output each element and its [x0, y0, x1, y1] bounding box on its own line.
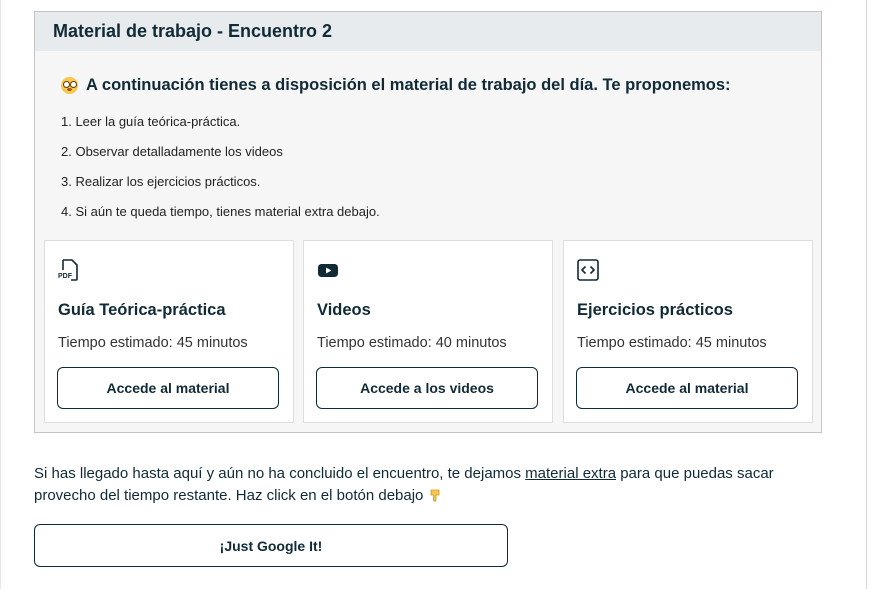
flushed-face-emoji-icon — [61, 77, 78, 94]
card-ejercicios: Ejercicios prácticos Tiempo estimado: 45… — [563, 240, 813, 423]
intro-label: A continuación tienes a disposición el m… — [86, 76, 731, 94]
just-google-it-button[interactable]: ¡Just Google It! — [34, 524, 508, 567]
extra-material-text: Si has llegado hasta aquí y aún no ha co… — [34, 463, 834, 507]
extra-material-link[interactable]: material extra — [525, 465, 616, 482]
material-panel: Material de trabajo - Encuentro 2 A cont… — [34, 11, 822, 433]
list-item: 4. Si aún te queda tiempo, tienes materi… — [61, 204, 380, 219]
card-time: Tiempo estimado: 45 minutos — [577, 335, 767, 351]
card-title: Guía Teórica-práctica — [58, 301, 226, 319]
page-left-border — [0, 0, 1, 589]
pointing-down-hand-icon — [430, 489, 439, 502]
list-item: 2. Observar detalladamente los videos — [61, 144, 283, 159]
card-title: Videos — [317, 301, 371, 319]
pdf-file-icon: PDF — [58, 259, 78, 281]
steps-list: 1. Leer la guía teórica-práctica. 2. Obs… — [61, 114, 380, 234]
card-title: Ejercicios prácticos — [577, 301, 733, 319]
list-item: 1. Leer la guía teórica-práctica. — [61, 114, 241, 129]
access-material-button[interactable]: Accede al material — [57, 367, 279, 409]
extra-text-before: Si has llegado hasta aquí y aún no ha co… — [34, 465, 526, 482]
page-right-border — [866, 0, 867, 589]
access-videos-button[interactable]: Accede a los videos — [316, 367, 538, 409]
card-guia: PDF Guía Teórica-práctica Tiempo estimad… — [44, 240, 294, 423]
list-item: 3. Realizar los ejercicios prácticos. — [61, 174, 261, 189]
intro-text: A continuación tienes a disposición el m… — [61, 76, 731, 95]
code-icon — [577, 259, 599, 281]
card-time: Tiempo estimado: 40 minutos — [317, 335, 507, 351]
card-videos: Videos Tiempo estimado: 40 minutos Acced… — [303, 240, 553, 423]
access-exercises-button[interactable]: Accede al material — [576, 367, 798, 409]
pdf-icon-label: PDF — [58, 273, 73, 280]
youtube-icon — [318, 264, 338, 277]
panel-title: Material de trabajo - Encuentro 2 — [35, 12, 821, 51]
card-time: Tiempo estimado: 45 minutos — [58, 335, 248, 351]
